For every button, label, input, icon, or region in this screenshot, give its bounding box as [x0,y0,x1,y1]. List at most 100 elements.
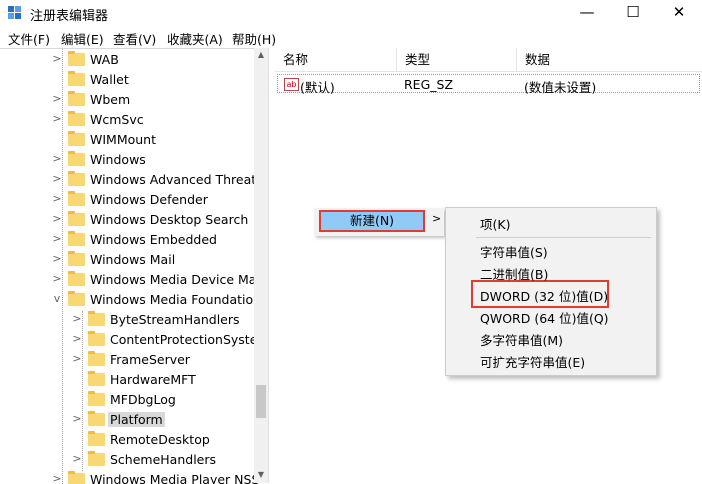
tree-item-label: ContentProtectionSystem [110,332,268,347]
expand-chevron-icon[interactable]: > [72,452,82,465]
folder-icon [68,291,85,306]
tree-item-label: SchemeHandlers [110,452,217,467]
expand-chevron-icon[interactable]: > [52,92,62,105]
tree-item[interactable]: > WAB [0,50,254,70]
tree-item[interactable]: > Wbem [0,90,254,110]
tree-item-label: Windows Mail [90,252,176,267]
tree-scrollbar-thumb[interactable] [256,385,266,418]
tree-item[interactable]: > Windows Media Player NSS [0,470,259,484]
title-bar: 注册表编辑器 — ☐ ✕ [0,0,702,26]
tree-item-label: RemoteDesktop [110,432,210,447]
tree-item[interactable]: RemoteDesktop [0,430,254,450]
tree-item[interactable]: > FrameServer [0,350,254,370]
folder-icon [68,271,85,286]
folder-icon [88,331,105,346]
expand-chevron-icon[interactable]: > [52,472,62,484]
expand-chevron-icon[interactable]: > [52,272,62,285]
context-menu-new[interactable]: 新建(N) [319,210,425,232]
folder-icon [68,51,85,66]
tree-item[interactable]: HardwareMFT [0,370,254,390]
expand-chevron-icon[interactable]: > [52,152,62,165]
submenu-item[interactable]: 二进制值(B) [480,264,548,283]
column-header-name[interactable]: 名称 [275,48,397,72]
tree-item-label: Windows Media Device Man [90,272,265,287]
tree-item-label: Windows [90,152,146,167]
tree-item[interactable]: > ContentProtectionSystem [0,330,268,350]
tree-item[interactable]: > Platform [0,410,254,430]
expand-chevron-icon[interactable]: > [52,172,62,185]
expand-chevron-icon[interactable]: > [52,212,62,225]
expand-chevron-icon[interactable]: > [72,332,82,345]
pane-splitter[interactable] [268,48,275,483]
expand-chevron-icon[interactable]: > [72,312,82,325]
new-submenu: 项(K) 字符串值(S) 二进制值(B) DWORD (32 位)值(D) QWORD … [445,207,657,376]
submenu-item[interactable]: 字符串值(S) [480,242,548,261]
tree-item[interactable]: > SchemeHandlers [0,450,254,470]
maximize-button[interactable]: ☐ [610,0,656,26]
value-name: (默认) [300,80,335,95]
close-button[interactable]: ✕ [656,0,702,26]
submenu-item[interactable]: 可扩充字符串值(E) [480,352,585,371]
tree-item-label: Wallet [90,72,129,87]
window-title: 注册表编辑器 [30,9,109,24]
expand-chevron-icon[interactable]: > [52,192,62,205]
menu-file[interactable]: 文件(F) [8,29,50,48]
folder-icon [68,471,85,484]
tree-item[interactable]: > Windows Media Device Man [0,270,264,290]
submenu-item[interactable]: QWORD (64 位)值(Q) [480,308,609,327]
tree-item[interactable]: MFDbgLog [0,390,254,410]
registry-tree[interactable]: > WAB Wallet > Wbem > WcmSvc WIMMount > Windows > W… [0,48,268,484]
menu-view[interactable]: 查看(V) [113,29,156,48]
tree-item[interactable]: > Windows Desktop Search [0,210,254,230]
tree-item-label: Windows Advanced Threat P [90,172,268,187]
tree-item[interactable]: > Windows Mail [0,250,254,270]
tree-item-label: WcmSvc [90,112,144,127]
tree-item[interactable]: > Windows Advanced Threat P [0,170,268,190]
tree-item[interactable]: > Windows [0,150,254,170]
tree-item[interactable]: v Windows Media Foundation [0,290,261,310]
folder-icon [68,91,85,106]
column-header-data[interactable]: 数据 [517,48,702,72]
submenu-item[interactable]: DWORD (32 位)值(D) [480,286,608,305]
tree-item[interactable]: > Windows Embedded [0,230,254,250]
collapse-chevron-icon[interactable]: v [52,292,62,305]
tree-item[interactable]: > Windows Defender [0,190,254,210]
menu-bar: 文件(F) 编辑(E) 查看(V) 收藏夹(A) 帮助(H) [0,27,702,48]
submenu-arrow-icon: > [432,212,442,225]
tree-item-label: MFDbgLog [110,392,176,407]
tree-item-label: FrameServer [110,352,190,367]
minimize-button[interactable]: — [564,0,610,26]
menu-edit[interactable]: 编辑(E) [61,29,104,48]
regedit-app-icon [8,6,22,20]
tree-item[interactable]: Wallet [0,70,254,90]
scroll-up-icon[interactable]: ▲ [254,50,268,59]
menu-favorites[interactable]: 收藏夹(A) [167,29,223,48]
folder-icon [68,191,85,206]
folder-icon [88,391,105,406]
folder-icon [68,251,85,266]
expand-chevron-icon[interactable]: > [52,112,62,125]
folder-icon [88,451,105,466]
expand-chevron-icon[interactable]: > [72,412,82,425]
value-row[interactable]: ab (默认) REG_SZ (数值未设置) [277,74,700,95]
expand-chevron-icon[interactable]: > [52,232,62,245]
expand-chevron-icon[interactable]: > [52,52,62,65]
folder-icon [68,211,85,226]
scroll-down-icon[interactable]: ▼ [254,470,268,479]
tree-item[interactable]: > WcmSvc [0,110,254,130]
tree-item[interactable]: WIMMount [0,130,254,150]
expand-chevron-icon[interactable]: > [72,352,82,365]
folder-icon [68,131,85,146]
folder-icon [68,111,85,126]
tree-item-label: WIMMount [90,132,157,147]
menu-help[interactable]: 帮助(H) [232,29,276,48]
context-menu: 新建(N) > [314,208,444,236]
submenu-item[interactable]: 多字符串值(M) [480,330,563,349]
column-header-type[interactable]: 类型 [397,48,517,72]
tree-item-label: Windows Desktop Search [90,212,249,227]
submenu-item[interactable]: 项(K) [480,214,510,233]
folder-icon [88,431,105,446]
tree-item-label: Wbem [90,92,131,107]
tree-item[interactable]: > ByteStreamHandlers [0,310,254,330]
expand-chevron-icon[interactable]: > [52,252,62,265]
